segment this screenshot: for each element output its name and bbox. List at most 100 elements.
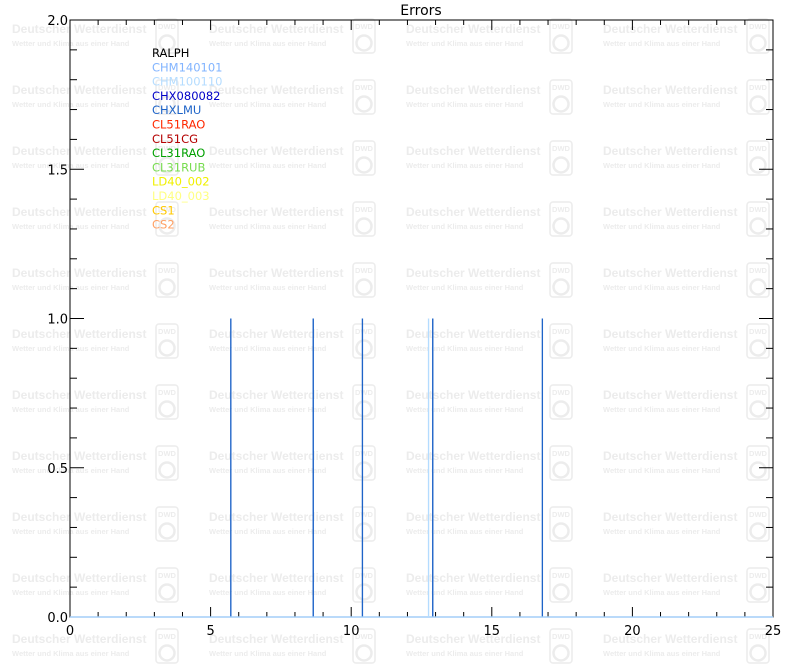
- dwd-badge: DWD: [158, 571, 176, 580]
- dwd-badge: DWD: [749, 22, 767, 31]
- watermark-tile: Deutscher Wetterdienst Wetter und Klima a…: [209, 140, 376, 176]
- watermark-tile: Deutscher WetterdienstWetter und Klima a…: [12, 262, 179, 298]
- watermark-slogan: Wetter und Klima aus einer Hand: [406, 161, 524, 170]
- x-tick-label: 15: [484, 624, 501, 639]
- watermark-tile: Deutscher Wetterdienst Wetter und Klima a…: [12, 567, 179, 603]
- watermark-slogan: Wetter und Klima aus einer Hand: [12, 649, 130, 658]
- dwd-badge: DWD: [355, 388, 373, 397]
- dwd-badge: DWD: [749, 83, 767, 92]
- y-tick-label: 1.0: [47, 313, 68, 328]
- legend-entry: LD40_003: [152, 189, 210, 203]
- watermark-slogan: Wetter und Klima aus einer Hand: [12, 222, 130, 231]
- watermark-tile: Deutscher WetterdienstWetter und Klima a…: [12, 445, 179, 481]
- dwd-badge: DWD: [552, 205, 570, 214]
- legend-entry: CL31RAO: [152, 146, 205, 160]
- watermark-slogan: Wetter und Klima aus einer Hand: [12, 39, 130, 48]
- watermark-slogan: Wetter und Klima aus einer Hand: [12, 405, 130, 414]
- dwd-badge: DWD: [749, 571, 767, 580]
- watermark-slogan: Wetter und Klima aus einer Hand: [406, 222, 524, 231]
- watermark-slogan: Wetter und Klima aus einer Hand: [406, 405, 524, 414]
- dwd-badge: DWD: [552, 449, 570, 458]
- y-tick-label: 0.5: [47, 462, 68, 477]
- dwd-swirl-icon: [749, 400, 767, 418]
- watermark-tile: Deutscher Wetterdienst Wetter und Klima a…: [12, 384, 179, 420]
- dwd-swirl-icon: [749, 156, 767, 174]
- watermark-tile: Deutscher WetterdienstWetter und Klima a…: [603, 445, 770, 481]
- watermark-name: Deutscher Wetterdienst: [603, 449, 737, 463]
- watermark-slogan: Wetter und Klima aus einer Hand: [406, 527, 524, 536]
- x-tick-label: 25: [765, 624, 782, 639]
- watermark-name: Deutscher Wetterdienst: [209, 388, 343, 402]
- dwd-swirl-icon: [552, 644, 570, 662]
- watermark-tile: Deutscher WetterdienstWetter und Klima a…: [406, 79, 573, 115]
- watermark-slogan: Wetter und Klima aus einer Hand: [209, 161, 327, 170]
- watermark-name: Deutscher Wetterdienst: [406, 327, 540, 341]
- watermark-slogan: Wetter und Klima aus einer Hand: [209, 588, 327, 597]
- watermark-name: Deutscher Wetterdienst: [406, 205, 540, 219]
- dwd-badge: DWD: [552, 571, 570, 580]
- watermark-slogan: Wetter und Klima aus einer Hand: [12, 588, 130, 597]
- watermark-name: Deutscher Wetterdienst: [209, 266, 343, 280]
- dwd-badge: DWD: [552, 266, 570, 275]
- watermark-slogan: Wetter und Klima aus einer Hand: [603, 222, 721, 231]
- watermark-name: Deutscher Wetterdienst: [12, 571, 146, 585]
- legend-entry: LD40_002: [152, 175, 210, 189]
- watermark-slogan: Wetter und Klima aus einer Hand: [209, 466, 327, 475]
- watermark-slogan: Wetter und Klima aus einer Hand: [603, 527, 721, 536]
- watermark-name: Deutscher Wetterdienst: [12, 388, 146, 402]
- watermark-name: Deutscher Wetterdienst: [603, 388, 737, 402]
- dwd-swirl-icon: [355, 339, 373, 357]
- dwd-badge: DWD: [158, 327, 176, 336]
- dwd-badge: DWD: [749, 449, 767, 458]
- dwd-badge: DWD: [355, 22, 373, 31]
- watermark-name: Deutscher Wetterdienst: [209, 205, 343, 219]
- watermark-slogan: Wetter und Klima aus einer Hand: [406, 466, 524, 475]
- watermark-tile: Deutscher WetterdienstWetter und Klima a…: [12, 628, 179, 664]
- watermark-name: Deutscher Wetterdienst: [12, 144, 146, 158]
- dwd-swirl-icon: [158, 522, 176, 540]
- legend-entry: CHX080082: [152, 89, 220, 103]
- watermark-tile: Deutscher WetterdienstWetter und Klima a…: [603, 140, 770, 176]
- watermark-tile: Deutscher WetterdienstWetter und Klima a…: [209, 567, 376, 603]
- dwd-badge: DWD: [552, 327, 570, 336]
- dwd-badge: DWD: [552, 144, 570, 153]
- dwd-badge: DWD: [158, 388, 176, 397]
- dwd-swirl-icon: [552, 400, 570, 418]
- watermark-name: Deutscher Wetterdienst: [209, 144, 343, 158]
- watermark-tile: Deutscher WetterdienstWetter und Klima a…: [209, 18, 376, 54]
- watermark-slogan: Wetter und Klima aus einer Hand: [12, 100, 130, 109]
- dwd-swirl-icon: [749, 522, 767, 540]
- dwd-badge: DWD: [355, 205, 373, 214]
- watermark-slogan: Wetter und Klima aus einer Hand: [603, 283, 721, 292]
- watermark-tile: Deutscher WetterdienstWetter und Klima a…: [209, 201, 376, 237]
- watermark-name: Deutscher Wetterdienst: [209, 632, 343, 646]
- x-tick-label: 20: [624, 624, 641, 639]
- dwd-badge: DWD: [749, 205, 767, 214]
- watermark-slogan: Wetter und Klima aus einer Hand: [406, 39, 524, 48]
- dwd-swirl-icon: [552, 461, 570, 479]
- watermark-slogan: Wetter und Klima aus einer Hand: [603, 588, 721, 597]
- watermark-slogan: Wetter und Klima aus einer Hand: [12, 527, 130, 536]
- watermark-tile: Deutscher WetterdienstWetter und Klima a…: [603, 506, 770, 542]
- watermark-name: Deutscher Wetterdienst: [406, 388, 540, 402]
- watermark-tile: Deutscher WetterdienstWetter und Klima a…: [209, 79, 376, 115]
- watermark-slogan: Wetter und Klima aus einer Hand: [603, 649, 721, 658]
- watermark-slogan: Wetter und Klima aus einer Hand: [406, 588, 524, 597]
- watermark-name: Deutscher Wetterdienst: [12, 327, 146, 341]
- dwd-badge: DWD: [552, 83, 570, 92]
- dwd-badge: DWD: [749, 510, 767, 519]
- watermark-slogan: Wetter und Klima aus einer Hand: [406, 283, 524, 292]
- y-tick-label: 2.0: [47, 14, 68, 29]
- watermark-name: Deutscher Wetterdienst: [406, 144, 540, 158]
- watermark-tile: Deutscher WetterdienstWetter und Klima a…: [603, 262, 770, 298]
- dwd-swirl-icon: [749, 583, 767, 601]
- watermark-slogan: Wetter und Klima aus einer Hand: [209, 649, 327, 658]
- dwd-swirl-icon: [749, 278, 767, 296]
- dwd-swirl-icon: [749, 644, 767, 662]
- dwd-swirl-icon: [355, 217, 373, 235]
- watermark-slogan: Wetter und Klima aus einer Hand: [209, 527, 327, 536]
- watermark-name: Deutscher Wetterdienst: [209, 327, 343, 341]
- dwd-swirl-icon: [355, 644, 373, 662]
- dwd-badge: DWD: [355, 571, 373, 580]
- watermark-name: Deutscher Wetterdienst: [603, 205, 737, 219]
